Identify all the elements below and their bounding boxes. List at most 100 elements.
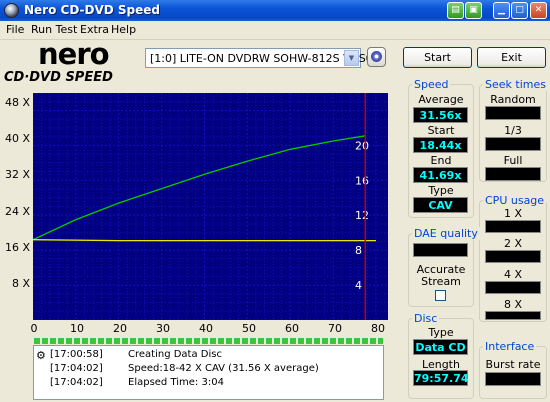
progress-block xyxy=(282,338,288,344)
seek-times-header: Seek times xyxy=(483,78,548,91)
end-label: End xyxy=(430,154,452,167)
start-label: Start xyxy=(427,124,455,137)
disc-icon xyxy=(371,51,382,62)
progress-block xyxy=(90,338,96,344)
random-value xyxy=(485,106,541,120)
progress-block xyxy=(290,338,296,344)
log-time-1: [17:00:58] xyxy=(50,349,103,360)
x-tick-50: 50 xyxy=(242,322,256,335)
progress-block xyxy=(378,338,383,344)
random-label: Random xyxy=(490,93,536,106)
right-tick-12: 12 xyxy=(355,209,369,222)
progress-block xyxy=(314,338,320,344)
cpu-1x-value xyxy=(485,220,541,233)
progress-block xyxy=(50,338,56,344)
progress-block xyxy=(330,338,336,344)
progress-block xyxy=(210,338,216,344)
disc-type-label: Type xyxy=(428,326,454,339)
cpu-2x-label: 2 X xyxy=(503,237,523,250)
menu-extra[interactable]: Extra xyxy=(80,23,109,36)
progress-block xyxy=(338,338,344,344)
progress-block xyxy=(34,338,40,344)
cd-dvd-speed-logo: CD·DVD SPEED xyxy=(4,70,113,85)
tray-icon-button[interactable]: ▤ xyxy=(447,2,464,19)
third-value xyxy=(485,137,541,151)
progress-block xyxy=(122,338,128,344)
progress-block xyxy=(162,338,168,344)
progress-block xyxy=(354,338,360,344)
progress-block xyxy=(138,338,144,344)
y-tick-8x: 8 X xyxy=(11,277,30,290)
full-label: Full xyxy=(503,154,523,167)
disc-info-button[interactable] xyxy=(367,47,386,67)
chevron-down-icon[interactable]: ▼ xyxy=(344,50,359,66)
disc-header: Disc xyxy=(412,312,440,325)
progress-block xyxy=(322,338,328,344)
progress-block xyxy=(82,338,88,344)
cpu-4x-label: 4 X xyxy=(503,268,523,281)
progress-block xyxy=(58,338,64,344)
progress-block xyxy=(250,338,256,344)
progress-block xyxy=(370,338,376,344)
close-button[interactable]: ✕ xyxy=(530,2,547,19)
y-tick-48x: 48 X xyxy=(4,96,30,109)
accurate-stream-checkbox[interactable] xyxy=(435,290,446,301)
start-button[interactable]: Start xyxy=(403,47,472,68)
interface-header: Interface xyxy=(483,340,537,353)
progress-block xyxy=(306,338,312,344)
progress-block xyxy=(242,338,248,344)
x-tick-80: 80 xyxy=(371,322,385,335)
cpu-4x-value xyxy=(485,281,541,294)
progress-block xyxy=(266,338,272,344)
speed-graph: 4 8 12 16 20 xyxy=(33,93,388,320)
x-tick-30: 30 xyxy=(156,322,170,335)
type-value: CAV xyxy=(413,197,468,213)
progress-block xyxy=(274,338,280,344)
progress-block xyxy=(202,338,208,344)
x-tick-40: 40 xyxy=(199,322,213,335)
end-value: 41.69x xyxy=(413,167,468,183)
x-tick-20: 20 xyxy=(113,322,127,335)
y-tick-32x: 32 X xyxy=(4,168,30,181)
progress-block xyxy=(106,338,112,344)
cpu-1x-label: 1 X xyxy=(503,207,523,220)
type-label: Type xyxy=(428,184,454,197)
x-tick-60: 60 xyxy=(285,322,299,335)
length-value: 79:57.74 xyxy=(413,370,469,386)
log-text-2: Speed:18-42 X CAV (31.56 X average) xyxy=(128,363,319,374)
x-tick-70: 70 xyxy=(328,322,342,335)
y-tick-16x: 16 X xyxy=(4,241,30,254)
progress-block xyxy=(154,338,160,344)
nero-logo: nero xyxy=(38,37,110,71)
stream-label: Stream xyxy=(421,275,461,288)
log-panel[interactable]: ⚙ [17:00:58] Creating Data Disc [17:04:0… xyxy=(33,345,384,400)
dae-value xyxy=(413,243,468,257)
cpu-8x-label: 8 X xyxy=(503,298,523,311)
progress-block xyxy=(98,338,104,344)
progress-block xyxy=(194,338,200,344)
menu-help[interactable]: Help xyxy=(111,23,136,36)
exit-button[interactable]: Exit xyxy=(477,47,546,68)
x-tick-0: 0 xyxy=(30,322,38,335)
burst-rate-value xyxy=(485,372,541,386)
progress-block xyxy=(298,338,304,344)
disc-type-value: Data CD xyxy=(413,339,468,355)
progress-block xyxy=(66,338,72,344)
progress-block xyxy=(362,338,368,344)
minimize-button[interactable]: ▁ xyxy=(493,2,510,19)
progress-block xyxy=(74,338,80,344)
window-title: Nero CD-DVD Speed xyxy=(24,3,160,17)
full-value xyxy=(485,167,541,181)
log-time-2: [17:04:02] xyxy=(50,363,103,374)
log-text-3: Elapsed Time: 3:04 xyxy=(128,377,224,388)
progress-bar xyxy=(34,338,383,344)
menu-file[interactable]: File xyxy=(6,23,24,36)
menu-run-test[interactable]: Run Test xyxy=(31,23,77,36)
right-tick-16: 16 xyxy=(355,174,369,187)
average-value: 31.56x xyxy=(413,107,468,123)
progress-block xyxy=(226,338,232,344)
save-icon-button[interactable]: ▣ xyxy=(465,2,482,19)
drive-select[interactable]: [1:0] LITE-ON DVDRW SOHW-812S VUS0 ▼ xyxy=(145,48,373,68)
maximize-button[interactable]: □ xyxy=(511,2,528,19)
progress-block xyxy=(170,338,176,344)
